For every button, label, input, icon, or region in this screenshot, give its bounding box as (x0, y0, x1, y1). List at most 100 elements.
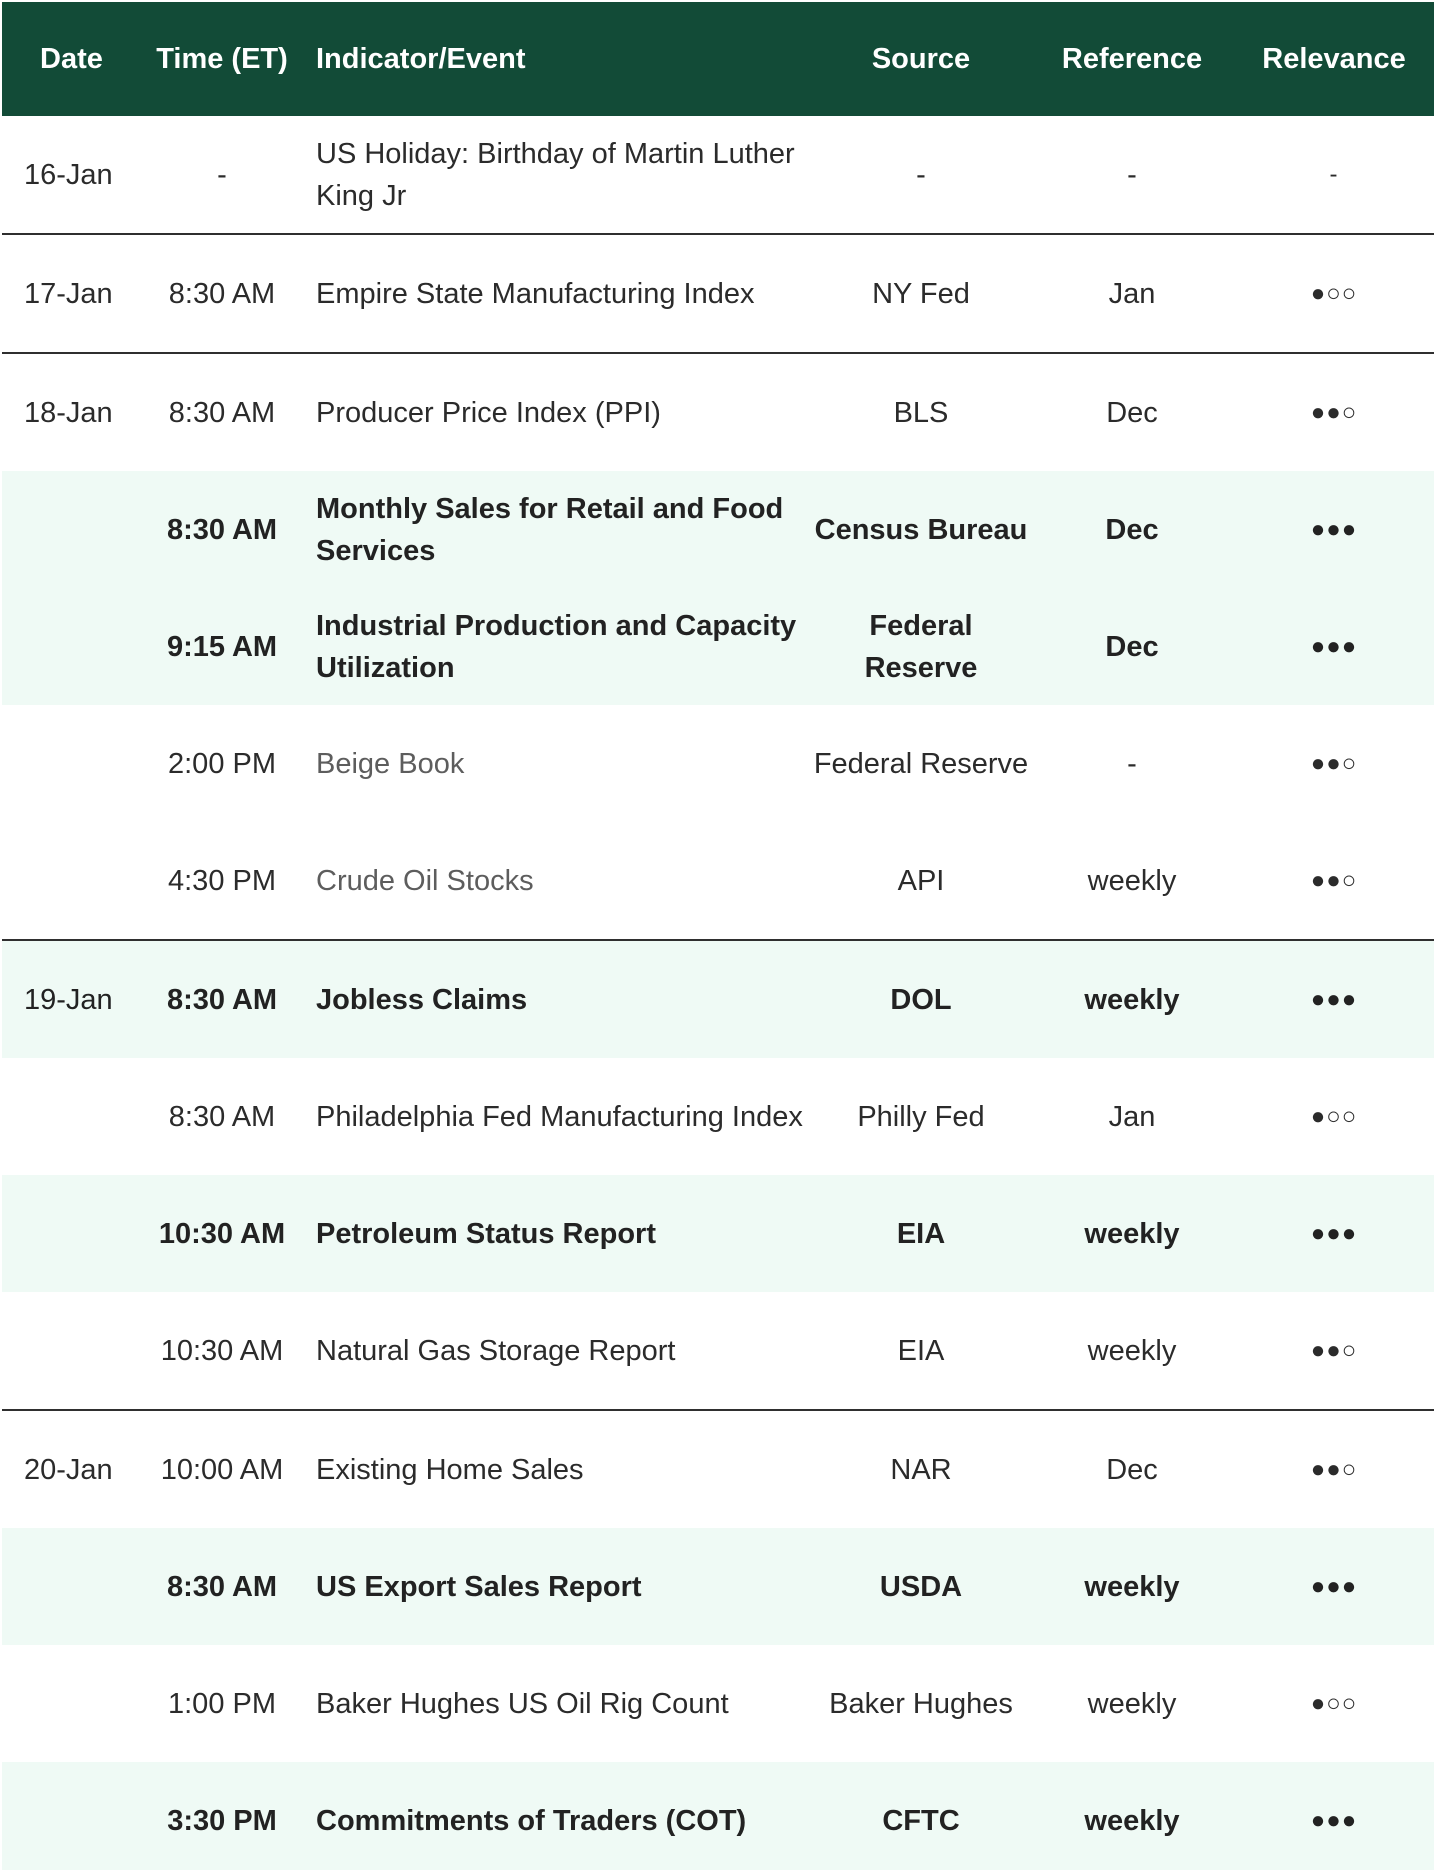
row-date: 19-Jan (24, 983, 113, 1016)
row-date: 16-Jan (24, 158, 113, 191)
row-reference: - (1127, 158, 1137, 191)
row-event: Monthly Sales for Retail and Food Servic… (316, 492, 784, 567)
table-row: 8:30 AM Monthly Sales for Retail and Foo… (2, 471, 1434, 588)
table-row: 16-Jan - US Holiday: Birthday of Martin … (2, 116, 1434, 235)
row-time: 4:30 PM (168, 864, 276, 897)
table-row: 3:30 PM Commitments of Traders (COT) CFT… (2, 1762, 1434, 1870)
row-reference: Jan (1108, 277, 1156, 310)
row-relevance: ●●● (1310, 1572, 1358, 1600)
row-source: CFTC (882, 1804, 960, 1837)
row-relevance: ●●○ (1310, 1336, 1358, 1364)
table-row: 17-Jan 8:30 AM Empire State Manufacturin… (2, 235, 1434, 354)
economic-calendar-table: Date Time (ET) Indicator/Event Source Re… (2, 2, 1434, 1870)
row-source: EIA (896, 1217, 946, 1250)
table-row: 4:30 PM Crude Oil Stocks API weekly ●●○ (2, 822, 1434, 941)
row-source: NY Fed (872, 277, 970, 310)
row-reference: weekly (1084, 1217, 1180, 1250)
row-relevance: ●●○ (1310, 866, 1358, 894)
row-event: US Export Sales Report (316, 1570, 642, 1603)
row-reference: weekly (1084, 1570, 1180, 1603)
table-row: 10:30 AM Petroleum Status Report EIA wee… (2, 1175, 1434, 1292)
row-relevance: ●●● (1310, 985, 1358, 1013)
header-event: Indicator/Event (316, 43, 526, 75)
row-relevance: ●○○ (1310, 279, 1358, 307)
row-time: 9:15 AM (166, 630, 278, 663)
row-relevance: ●○○ (1310, 1102, 1358, 1130)
row-time: 3:30 PM (167, 1804, 277, 1837)
row-reference: weekly (1084, 1804, 1180, 1837)
row-time: 10:30 AM (158, 1217, 286, 1250)
row-date: 17-Jan (24, 277, 113, 310)
row-time: 1:00 PM (168, 1687, 276, 1720)
row-reference: Dec (1106, 396, 1158, 429)
row-relevance: ●●○ (1310, 749, 1358, 777)
table-row: 8:30 AM Philadelphia Fed Manufacturing I… (2, 1058, 1434, 1175)
table-row: 9:15 AM Industrial Production and Capaci… (2, 588, 1434, 705)
row-time: 10:30 AM (160, 1334, 284, 1367)
row-event: Empire State Manufacturing Index (316, 277, 755, 310)
row-source: Philly Fed (857, 1100, 985, 1133)
row-time: 8:30 AM (166, 983, 278, 1016)
row-reference: - (1127, 747, 1137, 780)
table-row: 10:30 AM Natural Gas Storage Report EIA … (2, 1292, 1434, 1411)
row-time: 8:30 AM (166, 513, 278, 546)
row-relevance: ●●○ (1310, 398, 1358, 426)
row-time: 8:30 AM (168, 1100, 276, 1133)
row-reference: weekly (1084, 983, 1180, 1016)
row-relevance: ●○○ (1310, 1689, 1358, 1717)
table-row: 2:00 PM Beige Book Federal Reserve - ●●○ (2, 705, 1434, 822)
row-event: US Holiday: Birthday of Martin Luther Ki… (316, 137, 795, 212)
row-reference: Dec (1105, 630, 1159, 663)
row-reference: Dec (1106, 1453, 1158, 1486)
row-event: Beige Book (316, 747, 465, 780)
row-source: DOL (890, 983, 952, 1016)
row-event: Producer Price Index (PPI) (316, 396, 661, 429)
row-source: Federal Reserve (864, 609, 978, 684)
row-source: Baker Hughes (829, 1687, 1013, 1720)
row-time: - (217, 158, 227, 191)
table-header: Date Time (ET) Indicator/Event Source Re… (2, 2, 1434, 116)
row-reference: Jan (1108, 1100, 1156, 1133)
row-event: Industrial Production and Capacity Utili… (316, 609, 797, 684)
row-event: Commitments of Traders (COT) (316, 1804, 747, 1837)
row-date: 20-Jan (24, 1453, 113, 1486)
row-event: Petroleum Status Report (316, 1217, 656, 1250)
row-relevance: ●●● (1310, 1806, 1358, 1834)
row-reference: weekly (1087, 1687, 1177, 1720)
row-time: 8:30 AM (166, 1570, 278, 1603)
row-time: 2:00 PM (168, 747, 276, 780)
table-row: 18-Jan 8:30 AM Producer Price Index (PPI… (2, 354, 1434, 471)
row-relevance: ●●● (1310, 1219, 1358, 1247)
header-relevance: Relevance (1262, 43, 1406, 75)
row-source: Census Bureau (814, 513, 1028, 546)
table-row: 1:00 PM Baker Hughes US Oil Rig Count Ba… (2, 1645, 1434, 1762)
row-event: Philadelphia Fed Manufacturing Index (316, 1100, 803, 1133)
header-reference: Reference (1061, 43, 1203, 75)
calendar-frame: Date Time (ET) Indicator/Event Source Re… (0, 0, 1436, 1870)
row-time: 8:30 AM (168, 396, 276, 429)
row-event: Jobless Claims (316, 983, 528, 1016)
row-relevance: ●●● (1310, 515, 1358, 543)
row-relevance: - (1329, 160, 1339, 188)
row-event: Crude Oil Stocks (316, 864, 534, 897)
row-source: NAR (890, 1453, 952, 1486)
row-time: 8:30 AM (168, 277, 276, 310)
header-date: Date (40, 43, 103, 75)
row-source: BLS (893, 396, 949, 429)
row-reference: weekly (1087, 864, 1177, 897)
row-source: EIA (897, 1334, 945, 1367)
table-row: 20-Jan 10:00 AM Existing Home Sales NAR … (2, 1411, 1434, 1528)
row-source: - (916, 158, 926, 191)
row-relevance: ●●● (1310, 632, 1358, 660)
row-relevance: ●●○ (1310, 1455, 1358, 1483)
row-source: Federal Reserve (813, 747, 1029, 780)
row-time: 10:00 AM (160, 1453, 284, 1486)
header-time: Time (ET) (156, 43, 288, 75)
row-event: Natural Gas Storage Report (316, 1334, 676, 1367)
row-source: USDA (879, 1570, 963, 1603)
row-event: Existing Home Sales (316, 1453, 584, 1486)
row-reference: Dec (1105, 513, 1159, 546)
header-source: Source (871, 43, 971, 75)
row-date: 18-Jan (24, 396, 113, 429)
table-row: 19-Jan 8:30 AM Jobless Claims DOL weekly… (2, 941, 1434, 1058)
